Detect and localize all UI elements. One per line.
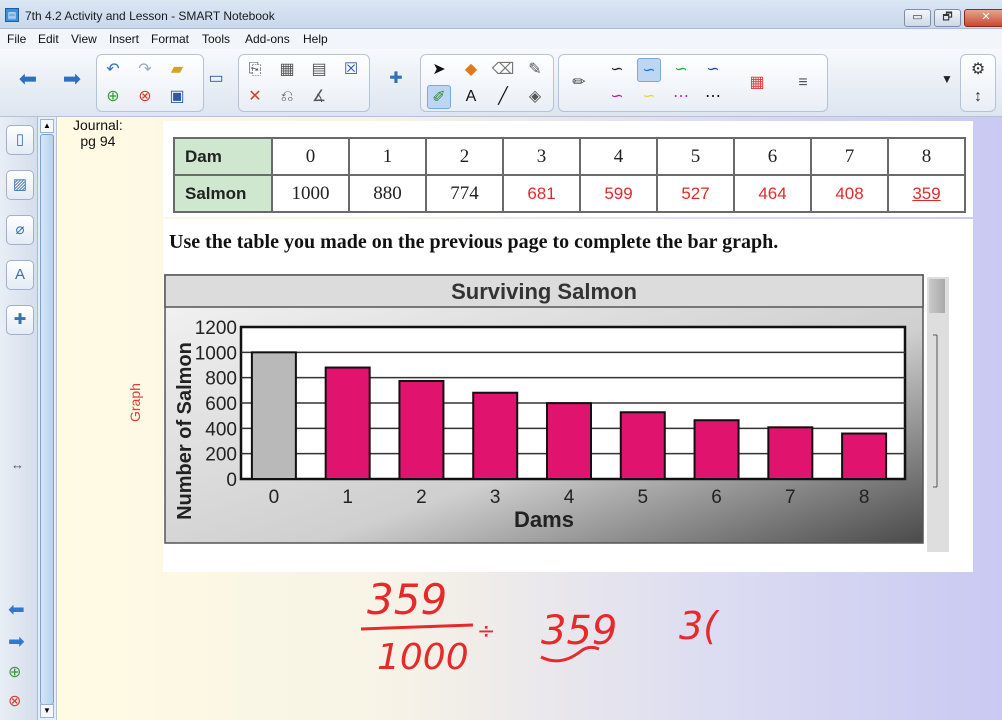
handwriting-layer: 359 1000 ÷ 359 3( <box>360 575 720 678</box>
settings-gear-icon[interactable]: ⚙ <box>966 58 990 82</box>
vertical-scrollbar[interactable]: ▲ ▼ <box>38 117 57 720</box>
menu-insert[interactable]: Insert <box>109 32 139 46</box>
scroll-up-icon[interactable]: ▲ <box>40 119 54 133</box>
color-palette-icon[interactable]: ▦ <box>745 71 769 95</box>
handwritten-partial: 3( <box>679 604 720 648</box>
next-page-icon[interactable]: ➡ <box>60 67 84 91</box>
attachments-icon[interactable]: ⌀ <box>6 215 34 245</box>
window-title: 7th 4.2 Activity and Lesson - SMART Note… <box>25 9 275 23</box>
handwritten-denominator: 1000 <box>377 637 469 678</box>
handwritten-divide-sign: ÷ <box>477 619 495 644</box>
pen-style-magenta-icon[interactable]: ⋯ <box>669 85 693 109</box>
notebook-canvas[interactable]: Journal: pg 94 Dam 0 1 2 3 4 5 6 7 8 Sal… <box>57 117 1002 720</box>
pen-style-green-icon[interactable]: ∽ <box>669 58 693 82</box>
title-bar: ▤ 7th 4.2 Activity and Lesson - SMART No… <box>0 0 1002 29</box>
delete-icon[interactable]: ✕ <box>243 85 267 109</box>
previous-page-icon[interactable]: ⬅ <box>16 67 40 91</box>
edit-group: ↶ ↷ ▰ ⊕ ⊗ ▣ <box>96 54 204 112</box>
shapes-icon[interactable]: ◆ <box>459 58 483 82</box>
customize-group: ⚙ ↕ <box>960 54 996 112</box>
menu-help[interactable]: Help <box>303 32 328 46</box>
menu-format[interactable]: Format <box>151 32 189 46</box>
sidebar-previous-page-icon[interactable]: ⬅ <box>8 597 25 622</box>
close-button[interactable]: ✕ <box>964 9 1002 27</box>
menu-tools[interactable]: Tools <box>202 32 230 46</box>
redo-icon[interactable]: ↷ <box>133 58 157 82</box>
resize-handle-icon[interactable]: ↔ <box>11 457 24 472</box>
sidebar-next-page-icon[interactable]: ➡ <box>8 629 25 654</box>
handwritten-result: 359 <box>541 608 617 654</box>
paste-icon[interactable]: ⎘ <box>243 58 267 82</box>
handwritten-numerator: 359 <box>367 575 447 624</box>
pen-style-dashed-icon[interactable]: ⋯ <box>701 85 725 109</box>
text-icon[interactable]: A <box>459 85 483 109</box>
pen-styles-group: ✏ ∽ ∽ ∽ ∽ ∽ ∽ ⋯ ⋯ ▦ ≡ <box>558 54 828 112</box>
open-file-icon[interactable]: ▰ <box>165 58 189 82</box>
add-ons-puzzle-icon[interactable]: ✚ <box>384 67 408 91</box>
close-box-icon[interactable]: ☒ <box>339 58 363 82</box>
line-style-icon[interactable]: ≡ <box>791 71 815 95</box>
pens-icon[interactable]: ✐ <box>427 85 451 109</box>
restore-button[interactable]: 🗗 <box>934 9 961 27</box>
handwritten-fraction-bar <box>360 623 474 631</box>
menu-bar: File Edit View Insert Format Tools Add-o… <box>0 29 1002 49</box>
menu-edit[interactable]: Edit <box>38 32 59 46</box>
toolbar-dropdown-icon[interactable]: ▼ <box>935 67 959 91</box>
move-toolbar-icon[interactable]: ↕ <box>966 85 990 109</box>
toolbar: ⬅ ➡ ↶ ↷ ▰ ⊕ ⊗ ▣ ▭ ⎘ ▦ ▤ ☒ ✕ ⎌ ∡ ✚ ➤ ◆ ⌫ … <box>0 49 1002 117</box>
save-icon[interactable]: ▣ <box>165 85 189 109</box>
sidebar-delete-page-icon[interactable]: ⊗ <box>8 691 21 711</box>
properties-icon[interactable]: A <box>6 260 34 290</box>
eraser-icon[interactable]: ⌫ <box>491 58 515 82</box>
menu-add-ons[interactable]: Add-ons <box>245 32 290 46</box>
gallery-icon[interactable]: ▨ <box>6 170 34 200</box>
measurement-tools-icon[interactable]: ∡ <box>307 85 331 109</box>
pen-style-yellow-icon[interactable]: ∽ <box>637 85 661 109</box>
menu-file[interactable]: File <box>7 32 26 46</box>
add-page-icon[interactable]: ⊕ <box>101 85 125 109</box>
fill-icon[interactable]: ◈ <box>523 85 547 109</box>
clear-ink-icon[interactable]: ⎌ <box>275 85 299 109</box>
clipboard-group: ⎘ ▦ ▤ ☒ ✕ ⎌ ∡ <box>238 54 370 112</box>
minimize-button[interactable]: ▭ <box>904 9 931 27</box>
line-icon[interactable]: ╱ <box>491 85 515 109</box>
smart-notebook-app-icon: ▤ <box>5 8 19 22</box>
tools-group: ➤ ◆ ⌫ ✎ ✐ A ╱ ◈ <box>420 54 554 112</box>
pen-icon[interactable]: ✏ <box>567 71 591 95</box>
select-arrow-icon[interactable]: ➤ <box>427 58 451 82</box>
pen-style-blue-icon[interactable]: ∽ <box>637 58 661 82</box>
page-sorter-icon[interactable]: ▯ <box>6 125 34 155</box>
pen-style-darkblue-icon[interactable]: ∽ <box>701 58 725 82</box>
delete-page-icon[interactable]: ⊗ <box>133 85 157 109</box>
pen-style-black-icon[interactable]: ∽ <box>605 58 629 82</box>
screen-capture-icon[interactable]: ▦ <box>275 58 299 82</box>
pen-style-purple-icon[interactable]: ∽ <box>605 85 629 109</box>
scroll-thumb[interactable] <box>40 134 54 705</box>
add-ons-icon[interactable]: ✚ <box>6 305 34 335</box>
undo-icon[interactable]: ↶ <box>101 58 125 82</box>
screen-display-icon[interactable]: ▭ <box>204 67 228 91</box>
magic-pen-icon[interactable]: ✎ <box>523 58 547 82</box>
menu-view[interactable]: View <box>71 32 97 46</box>
table-icon[interactable]: ▤ <box>307 58 331 82</box>
sidebar-add-page-icon[interactable]: ⊕ <box>8 662 21 682</box>
side-tab-strip: ▯ ▨ ⌀ A ✚ ↔ ⬅ ➡ ⊕ ⊗ <box>0 117 38 720</box>
scroll-down-icon[interactable]: ▼ <box>40 704 54 718</box>
